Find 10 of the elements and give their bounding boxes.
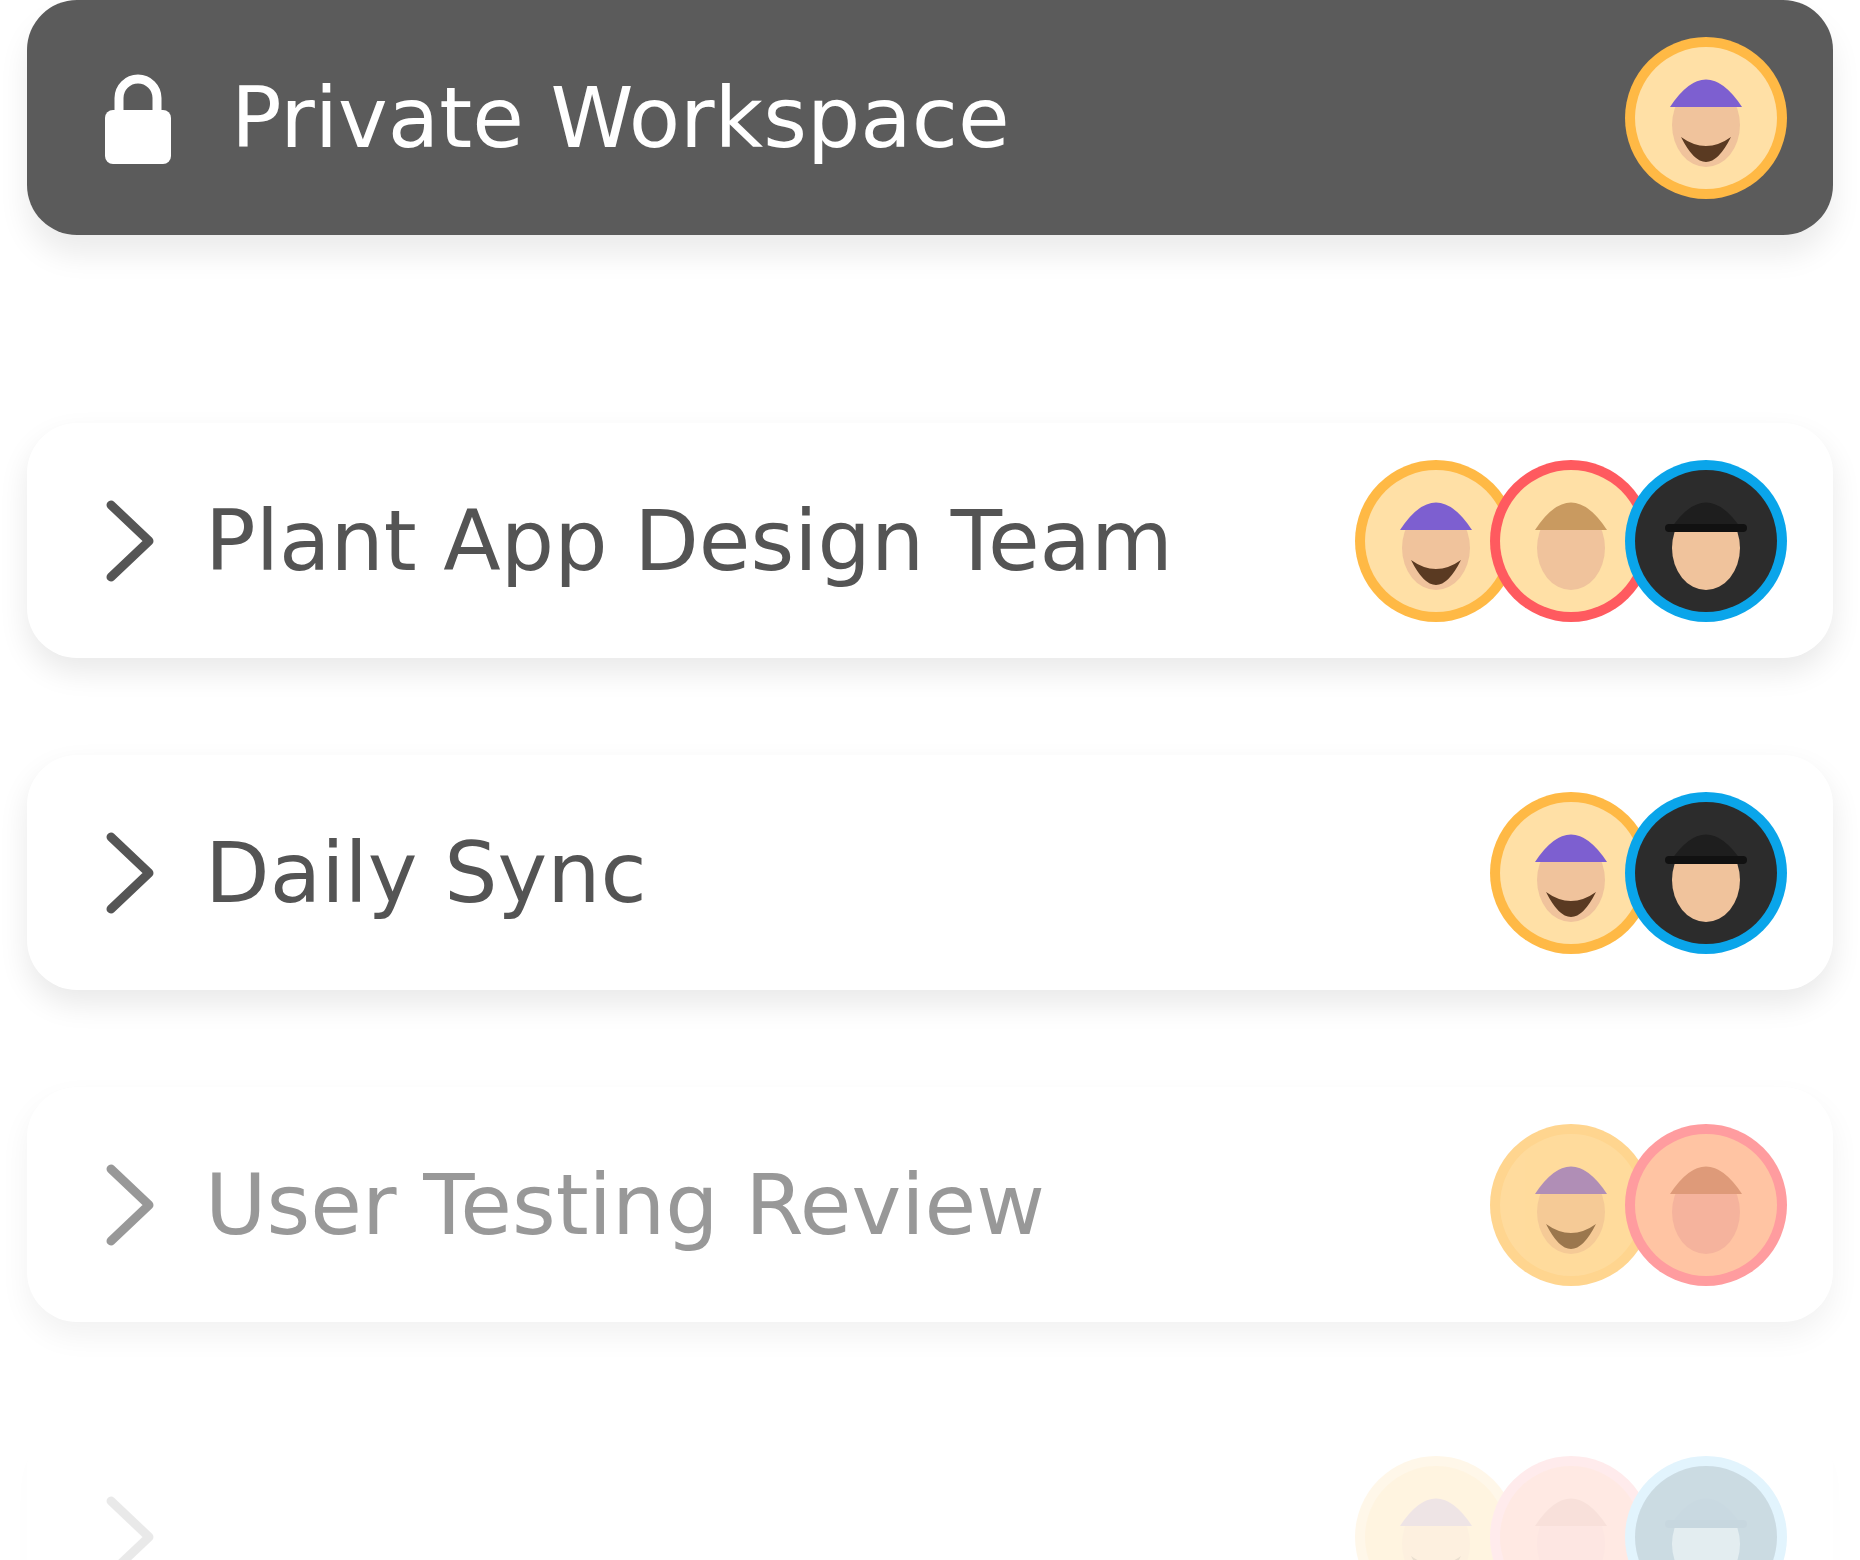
workspace-header[interactable]: Private Workspace (27, 0, 1833, 235)
channel-title: Plant App Design Team (205, 491, 1174, 590)
chevron-right-icon (105, 498, 155, 583)
channel-card[interactable]: Plant App Design Team (27, 423, 1833, 658)
chevron-right-icon (105, 830, 155, 915)
chevron-right-icon (105, 1162, 155, 1247)
channel-title: User Testing Review (205, 1155, 1046, 1254)
workspace-title: Private Workspace (231, 68, 1011, 167)
channel-title: Daily Sync (205, 823, 648, 922)
channel-card[interactable]: Daily Sync (27, 755, 1833, 990)
